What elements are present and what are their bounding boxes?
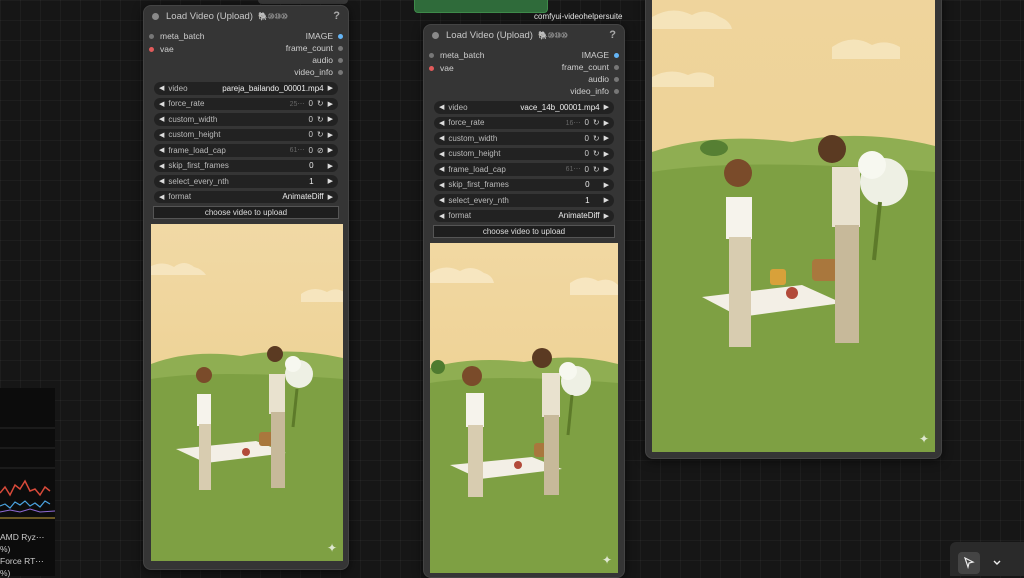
top-partial-node[interactable] <box>258 0 348 4</box>
output-video-info[interactable]: video_info <box>570 85 619 97</box>
sparkle-icon: ✦ <box>326 541 337 555</box>
widget-frame-load-cap[interactable]: ◀ frame_load_cap 61⋯ 0 ⊘ ▶ <box>154 144 338 157</box>
node-title: Load Video (Upload) <box>446 29 533 41</box>
widget-skip-first-frames[interactable]: ◀ skip_first_frames 0 ▶ <box>434 178 614 191</box>
output-video-info[interactable]: video_info <box>294 66 343 78</box>
input-meta-batch[interactable]: meta_batch <box>429 49 484 61</box>
perf-cpu-label: AMD Ryz⋯ <box>0 532 45 542</box>
top-group-frame[interactable] <box>414 0 548 13</box>
widget-custom-width[interactable]: ◀ custom_width 0 ↻ ▶ <box>434 132 614 145</box>
widget-custom-width[interactable]: ◀ custom_width 0 ↻ ▶ <box>154 113 338 126</box>
video-preview[interactable]: ✦ <box>151 224 343 561</box>
output-frame-count[interactable]: frame_count <box>286 42 343 54</box>
input-meta-batch[interactable]: meta_batch <box>149 30 204 42</box>
node-title: Load Video (Upload) <box>166 10 253 22</box>
output-image[interactable]: IMAGE <box>306 30 343 42</box>
widget-force-rate[interactable]: ◀ force_rate 25⋯ 0 ↻ ▶ <box>154 97 338 110</box>
pointer-icon[interactable] <box>958 552 980 574</box>
canvas-toolbar <box>950 542 1024 576</box>
widget-select-every-nth[interactable]: ◀ select_every_nth 1 ▶ <box>154 175 338 188</box>
widget-format[interactable]: ◀ format AnimateDiff ▶ <box>434 209 614 222</box>
node-ports: meta_batch vae IMAGE frame_count audio v… <box>424 45 624 97</box>
output-frame-count[interactable]: frame_count <box>562 61 619 73</box>
video-preview-large[interactable]: ✦ <box>652 0 935 452</box>
choose-video-button[interactable]: choose video to upload <box>153 206 339 219</box>
load-video-node-1[interactable]: Load Video (Upload) 🐘⑩⑩⑩ ? meta_batch va… <box>143 5 349 570</box>
video-preview-node-large[interactable]: ✦ <box>645 0 942 459</box>
widget-select-every-nth[interactable]: ◀ select_every_nth 1 ▶ <box>434 194 614 207</box>
output-audio[interactable]: audio <box>588 73 619 85</box>
sparkle-icon: ✦ <box>918 432 929 446</box>
output-image[interactable]: IMAGE <box>582 49 619 61</box>
preview-scene <box>430 243 618 573</box>
node-collapse-dot[interactable] <box>152 12 159 20</box>
widget-force-rate[interactable]: ◀ force_rate 16⋯ 0 ↻ ▶ <box>434 116 614 129</box>
node-ports: meta_batch vae IMAGE frame_count audio v… <box>144 26 348 78</box>
group-label: comfyui-videohelpersuite <box>534 12 623 21</box>
preview-scene <box>151 224 343 561</box>
preview-scene <box>652 0 935 452</box>
widget-video[interactable]: ◀ video pareja_bailando_00001.mp4 ▶ <box>154 82 338 95</box>
node-badges: 🐘⑩⑩⑩ <box>257 11 288 21</box>
widget-custom-height[interactable]: ◀ custom_height 0 ↻ ▶ <box>154 128 338 141</box>
widget-frame-load-cap[interactable]: ◀ frame_load_cap 61⋯ 0 ↻ ▶ <box>434 163 614 176</box>
perf-graph <box>0 427 56 519</box>
perf-gpu-value: %) <box>0 568 11 578</box>
node-header[interactable]: Load Video (Upload) 🐘⑩⑩⑩ ? <box>144 6 348 26</box>
output-audio[interactable]: audio <box>312 54 343 66</box>
widget-skip-first-frames[interactable]: ◀ skip_first_frames 0 ▶ <box>154 159 338 172</box>
performance-monitor: AMD Ryz⋯ %) Force RT⋯ %) <box>0 388 56 578</box>
widget-custom-height[interactable]: ◀ custom_height 0 ↻ ▶ <box>434 147 614 160</box>
input-vae[interactable]: vae <box>429 62 454 74</box>
chevron-down-icon[interactable] <box>986 552 1008 574</box>
perf-cpu-value: %) <box>0 544 11 554</box>
sparkle-icon: ✦ <box>601 553 612 567</box>
load-video-node-2[interactable]: Load Video (Upload) 🐘⑩⑩⑩ ? meta_batch va… <box>423 24 625 578</box>
widget-format[interactable]: ◀ format AnimateDiff ▶ <box>154 190 338 203</box>
widget-video[interactable]: ◀ video vace_14b_00001.mp4 ▶ <box>434 101 614 114</box>
choose-video-button[interactable]: choose video to upload <box>433 225 615 238</box>
video-preview[interactable]: ✦ <box>430 243 618 573</box>
node-badges: 🐘⑩⑩⑩ <box>537 30 568 40</box>
help-icon[interactable]: ? <box>609 29 616 41</box>
node-collapse-dot[interactable] <box>432 31 439 39</box>
input-vae[interactable]: vae <box>149 43 174 55</box>
help-icon[interactable]: ? <box>333 10 340 22</box>
perf-gpu-label: Force RT⋯ <box>0 556 44 566</box>
node-header[interactable]: Load Video (Upload) 🐘⑩⑩⑩ ? <box>424 25 624 45</box>
